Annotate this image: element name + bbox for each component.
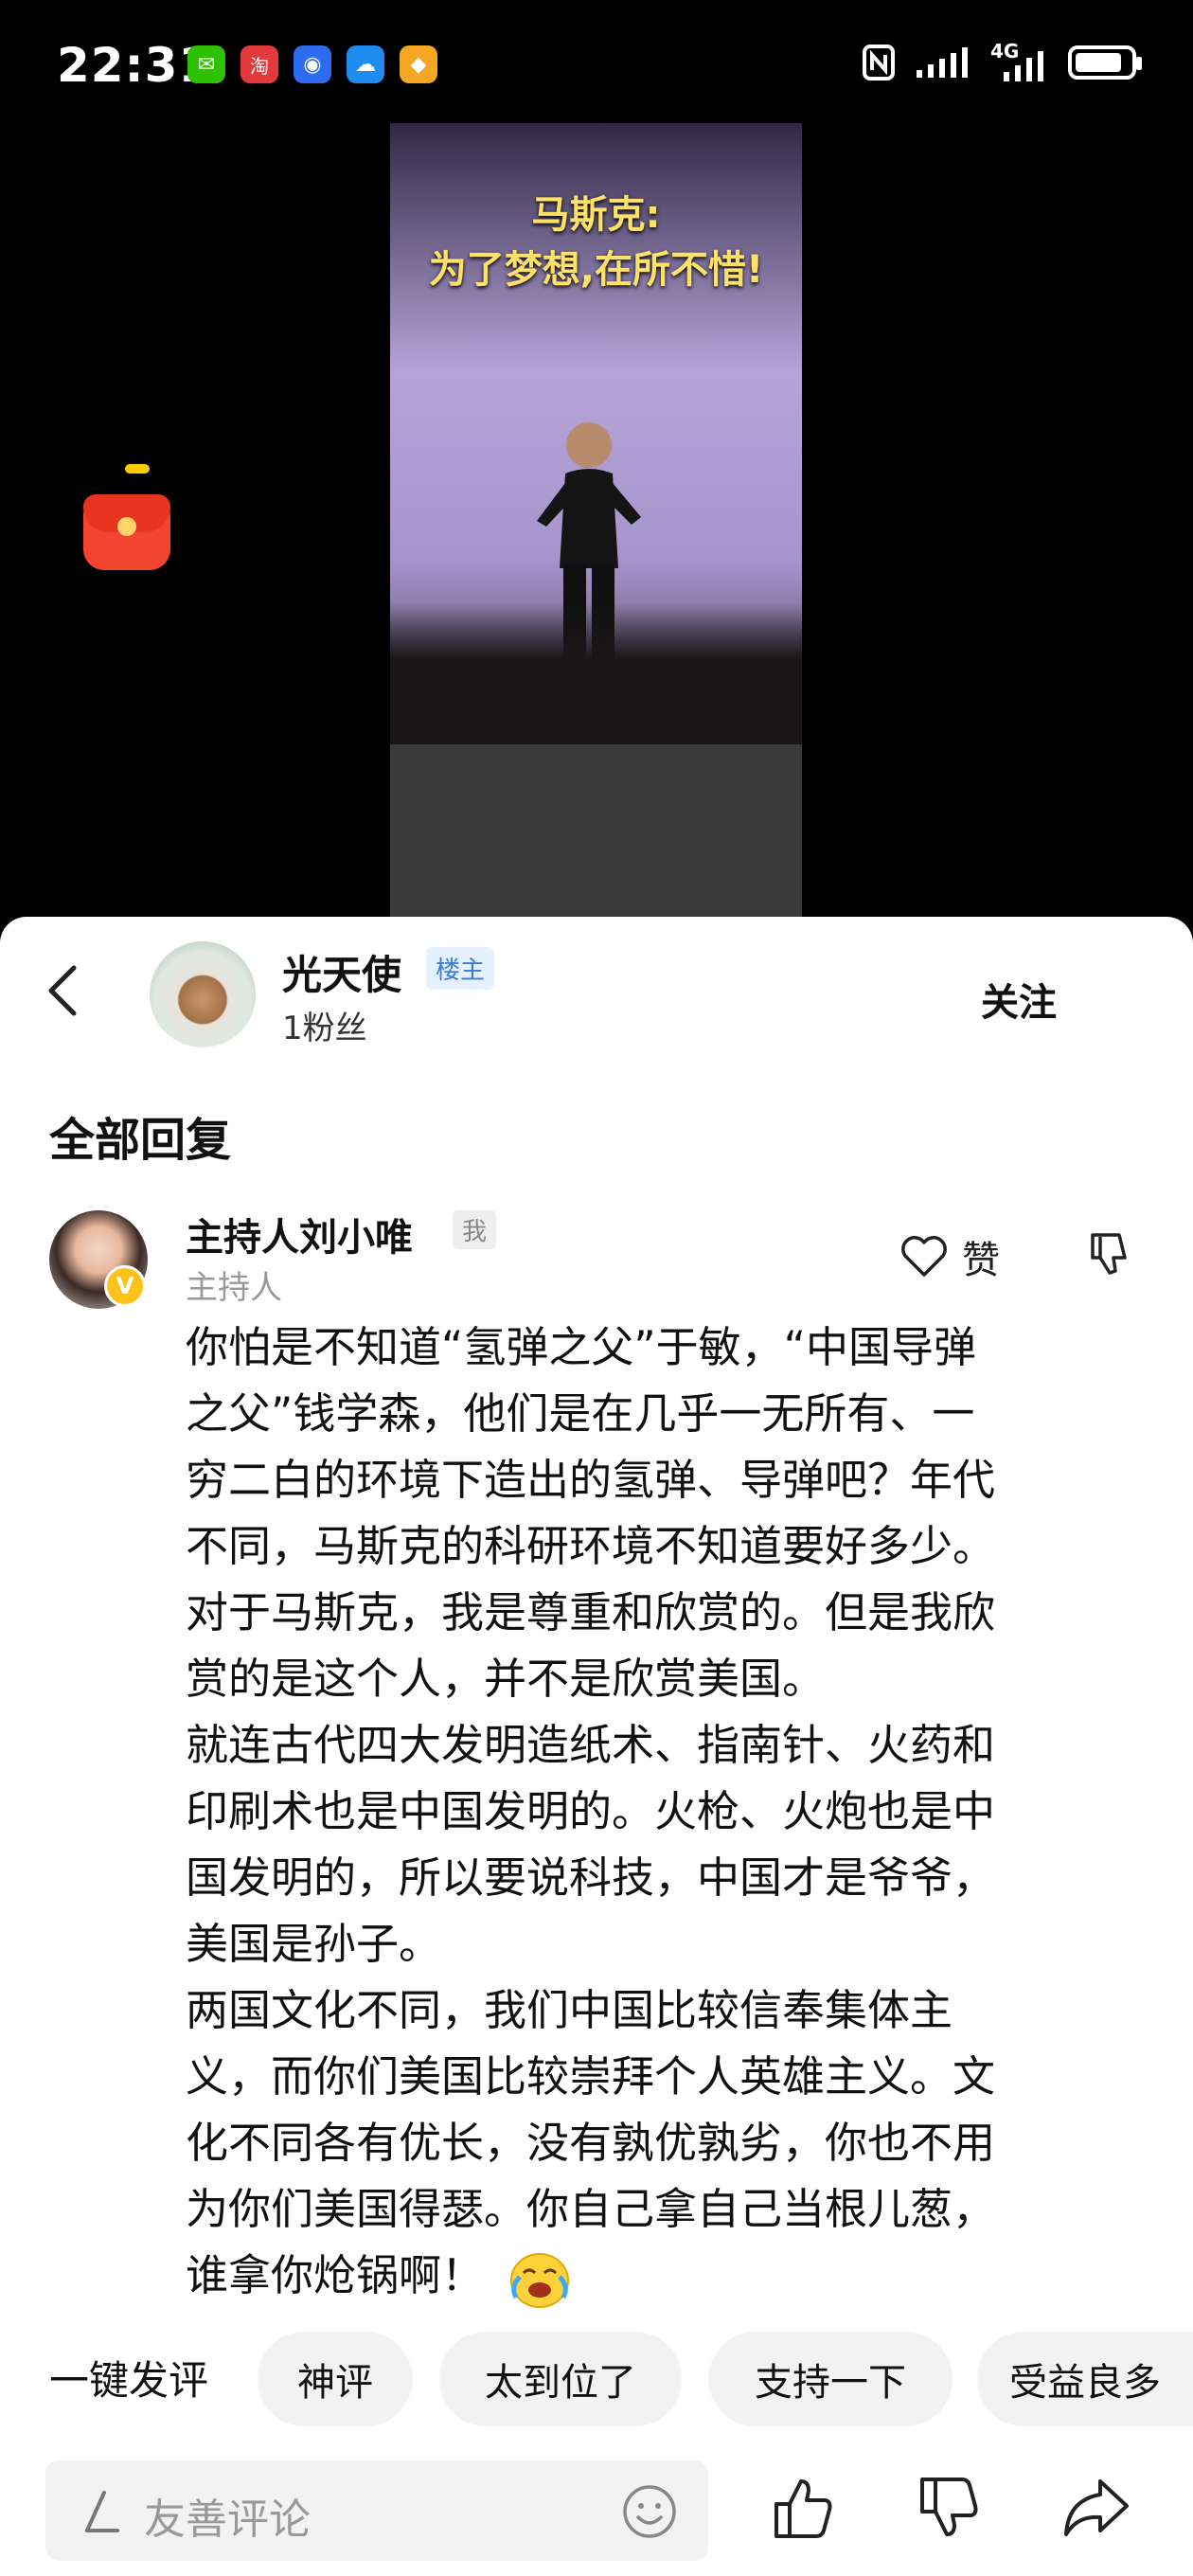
taobao-icon: 淘 (240, 45, 278, 83)
crying-laughing-emoji-icon (510, 2253, 570, 2308)
quick-reply-label: 一键发评 (49, 2357, 209, 2404)
quick-reply-chip[interactable]: 太到位了 (439, 2332, 682, 2426)
video-frame: 马斯克: 为了梦想,在所不惜! (390, 123, 802, 744)
bottom-bar: 友善评论 (0, 2445, 1193, 2576)
quick-reply-chip[interactable]: 支持一下 (708, 2332, 953, 2426)
like-button[interactable]: 赞 (899, 1229, 1000, 1284)
battery-icon (1068, 45, 1142, 80)
signal-icon (917, 47, 968, 78)
video-title-line2: 为了梦想,在所不惜! (428, 248, 764, 292)
video-title-line1: 马斯克: (531, 193, 661, 237)
commenter-name[interactable]: 主持人刘小唯 (186, 1207, 413, 1261)
thumbs-up-icon[interactable] (769, 2474, 837, 2542)
back-arrow-icon[interactable] (38, 962, 95, 1019)
comment-input[interactable]: 友善评论 (45, 2460, 708, 2561)
share-icon[interactable] (1060, 2474, 1132, 2542)
status-bar: 22:31 ✉ 淘 ◉ ☁ ◆ 4G (0, 0, 1193, 133)
weather-icon: ☁ (347, 45, 384, 83)
thumbs-down-icon[interactable] (915, 2474, 983, 2542)
coupon-icon: ◆ (400, 45, 437, 83)
video-letterbox (390, 744, 802, 923)
audience (390, 602, 802, 744)
video-player[interactable]: 马斯克: 为了梦想,在所不惜! (390, 123, 802, 923)
quick-reply-chip[interactable]: 神评 (258, 2332, 413, 2426)
dislike-icon[interactable] (1087, 1229, 1134, 1277)
pen-icon (85, 2491, 119, 2532)
video-title-overlay: 马斯克: 为了梦想,在所不惜! (390, 188, 802, 297)
red-packet-icon[interactable] (83, 464, 170, 570)
comment-panel: 光天使 楼主 1粉丝 关注 全部回复 V 主持人刘小唯 我 主持人 赞 你怕是不… (0, 917, 1193, 2576)
commenter-role: 主持人 (186, 1269, 282, 1307)
quick-reply-chip[interactable]: 受益良多 (977, 2332, 1193, 2426)
me-badge: 我 (453, 1210, 497, 1249)
verified-badge-icon: V (104, 1265, 146, 1307)
emoji-picker-icon[interactable] (621, 2483, 678, 2540)
nfc-icon (863, 45, 895, 80)
signal-4g-icon: 4G (990, 40, 1049, 81)
heart-icon (901, 1236, 947, 1277)
like-label: 赞 (962, 1239, 1000, 1282)
owner-badge: 楼主 (426, 947, 495, 990)
section-title: 全部回复 (49, 1114, 232, 1167)
post-author-name[interactable]: 光天使 (282, 943, 401, 1001)
quick-reply-bar: 一键发评 神评 太到位了 支持一下 受益良多 (0, 2328, 1193, 2432)
system-icons: 4G (862, 40, 1142, 81)
notification-icons: ✉ 淘 ◉ ☁ ◆ (187, 45, 437, 83)
comment-body: 你怕是不知道“氢弹之父”于敏，“中国导弹 之父”钱学森，他们是在几乎一无所有、一… (186, 1315, 1132, 2309)
comment-placeholder: 友善评论 (144, 2496, 311, 2544)
fans-count: 1粉丝 (282, 1010, 367, 1047)
wechat-icon: ✉ (187, 45, 225, 83)
comment-text: 你怕是不知道“氢弹之父”于敏，“中国导弹 之父”钱学森，他们是在几乎一无所有、一… (186, 1322, 996, 2300)
assistant-icon: ◉ (294, 45, 331, 83)
follow-button[interactable]: 关注 (981, 972, 1057, 1027)
video-area: 马斯克: 为了梦想,在所不惜! (0, 123, 1193, 923)
author-avatar[interactable] (150, 941, 256, 1047)
